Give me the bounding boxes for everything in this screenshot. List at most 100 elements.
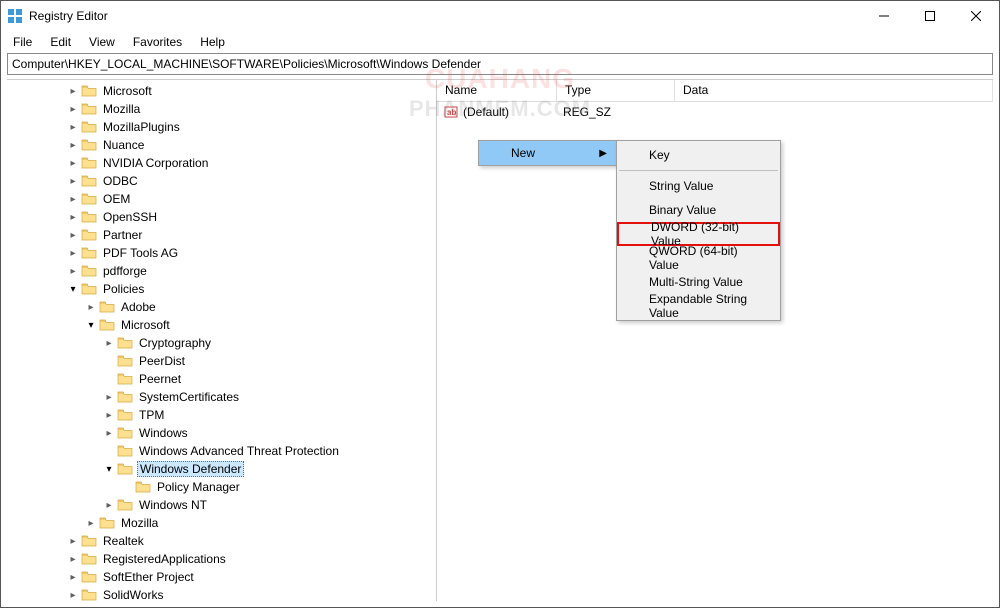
tree-item[interactable]: ▸TPM [7,406,436,424]
tree-item-label: MozillaPlugins [101,120,182,134]
ctx-new-binary[interactable]: Binary Value [617,198,780,222]
tree-item-label: Partner [101,228,144,242]
folder-icon [81,210,97,224]
folder-icon [117,336,133,350]
folder-icon [117,444,133,458]
menu-favorites[interactable]: Favorites [125,33,190,51]
tree-item-label: SolidWorks [101,588,165,601]
key-tree: ▸Microsoft▸Mozilla▸MozillaPlugins▸Nuance… [7,80,436,601]
folder-icon [81,264,97,278]
close-button[interactable] [953,1,999,31]
folder-icon [81,534,97,548]
tree-item-label: SystemCertificates [137,390,241,404]
tree-item-label: pdfforge [101,264,149,278]
window-controls [861,1,999,31]
tree-item[interactable]: ▾Windows Defender [7,460,436,478]
tree-item[interactable]: ▸NVIDIA Corporation [7,154,436,172]
tree-item[interactable]: ▸Windows [7,424,436,442]
col-name[interactable]: Name [437,80,557,101]
string-value-icon: ab [443,104,459,120]
tree-item[interactable]: ▸SolidWorks [7,586,436,601]
tree-item-label: Mozilla [101,102,142,116]
tree-item-label: Policy Manager [155,480,242,494]
tree-item[interactable]: Windows Advanced Threat Protection [7,442,436,460]
ctx-new-string-label: String Value [649,179,713,193]
maximize-button[interactable] [907,1,953,31]
tree-item[interactable]: ▸SoftEther Project [7,568,436,586]
ctx-new-binary-label: Binary Value [649,203,716,217]
tree-item[interactable]: ▸Windows NT [7,496,436,514]
folder-icon [81,138,97,152]
tree-item[interactable]: ▸pdfforge [7,262,436,280]
window-title: Registry Editor [29,9,861,23]
tree-item[interactable]: ▸Mozilla [7,100,436,118]
col-type[interactable]: Type [557,80,675,101]
ctx-new-multistring[interactable]: Multi-String Value [617,270,780,294]
tree-item[interactable]: ▸Adobe [7,298,436,316]
tree-item[interactable]: ▸Mozilla [7,514,436,532]
folder-icon [81,84,97,98]
value-list-body: ab(Default)REG_SZ [437,102,993,122]
folder-icon [99,516,115,530]
minimize-button[interactable] [861,1,907,31]
ctx-new-qword[interactable]: QWORD (64-bit) Value [617,246,780,270]
folder-icon [117,408,133,422]
tree-item[interactable]: ▸Partner [7,226,436,244]
tree-item[interactable]: ▸SystemCertificates [7,388,436,406]
address-bar[interactable]: Computer\HKEY_LOCAL_MACHINE\SOFTWARE\Pol… [7,53,993,75]
tree-item[interactable]: Peernet [7,370,436,388]
ctx-new-string[interactable]: String Value [617,174,780,198]
tree-item-label: Cryptography [137,336,213,350]
list-header: Name Type Data [437,80,993,102]
menu-file[interactable]: File [5,33,40,51]
ctx-new-qword-label: QWORD (64-bit) Value [649,244,756,272]
ctx-new-expandstring[interactable]: Expandable String Value [617,294,780,318]
tree-item-label: PDF Tools AG [101,246,180,260]
folder-icon [117,426,133,440]
regedit-app-icon [7,8,23,24]
ctx-new-dword[interactable]: DWORD (32-bit) Value [617,222,780,246]
key-tree-pane[interactable]: ▸Microsoft▸Mozilla▸MozillaPlugins▸Nuance… [7,80,437,601]
tree-item[interactable]: ▸RegisteredApplications [7,550,436,568]
context-menu-new[interactable]: New ▶ [479,141,617,165]
folder-icon [81,102,97,116]
tree-item[interactable]: ▸MozillaPlugins [7,118,436,136]
tree-item[interactable]: ▾Policies [7,280,436,298]
folder-icon [99,318,115,332]
menu-help[interactable]: Help [192,33,233,51]
tree-item[interactable]: ▸Microsoft [7,82,436,100]
folder-icon [81,570,97,584]
tree-item[interactable]: ▸Realtek [7,532,436,550]
ctx-new-expandstring-label: Expandable String Value [649,292,756,320]
tree-item-label: NVIDIA Corporation [101,156,210,170]
menu-edit[interactable]: Edit [42,33,79,51]
tree-item-label: Windows Defender [137,461,244,477]
folder-icon [81,552,97,566]
tree-item[interactable]: ▸OEM [7,190,436,208]
tree-item[interactable]: ▸ODBC [7,172,436,190]
tree-item[interactable]: ▸Nuance [7,136,436,154]
col-data[interactable]: Data [675,80,993,101]
tree-item-label: PeerDist [137,354,187,368]
folder-icon [81,246,97,260]
folder-icon [81,192,97,206]
tree-item-label: Peernet [137,372,183,386]
folder-icon [81,156,97,170]
tree-item[interactable]: Policy Manager [7,478,436,496]
tree-item[interactable]: ▾Microsoft [7,316,436,334]
tree-item[interactable]: PeerDist [7,352,436,370]
value-type: REG_SZ [563,105,681,119]
value-row[interactable]: ab(Default)REG_SZ [437,102,993,122]
folder-icon [117,390,133,404]
tree-item[interactable]: ▸PDF Tools AG [7,244,436,262]
submenu-arrow-icon: ▶ [599,148,607,159]
folder-icon [81,588,97,601]
address-path: Computer\HKEY_LOCAL_MACHINE\SOFTWARE\Pol… [12,57,481,71]
menu-view[interactable]: View [81,33,123,51]
tree-item[interactable]: ▸OpenSSH [7,208,436,226]
ctx-new-key[interactable]: Key [617,143,780,167]
tree-item[interactable]: ▸Cryptography [7,334,436,352]
tree-item-label: OpenSSH [101,210,159,224]
folder-icon [99,300,115,314]
folder-icon [81,174,97,188]
